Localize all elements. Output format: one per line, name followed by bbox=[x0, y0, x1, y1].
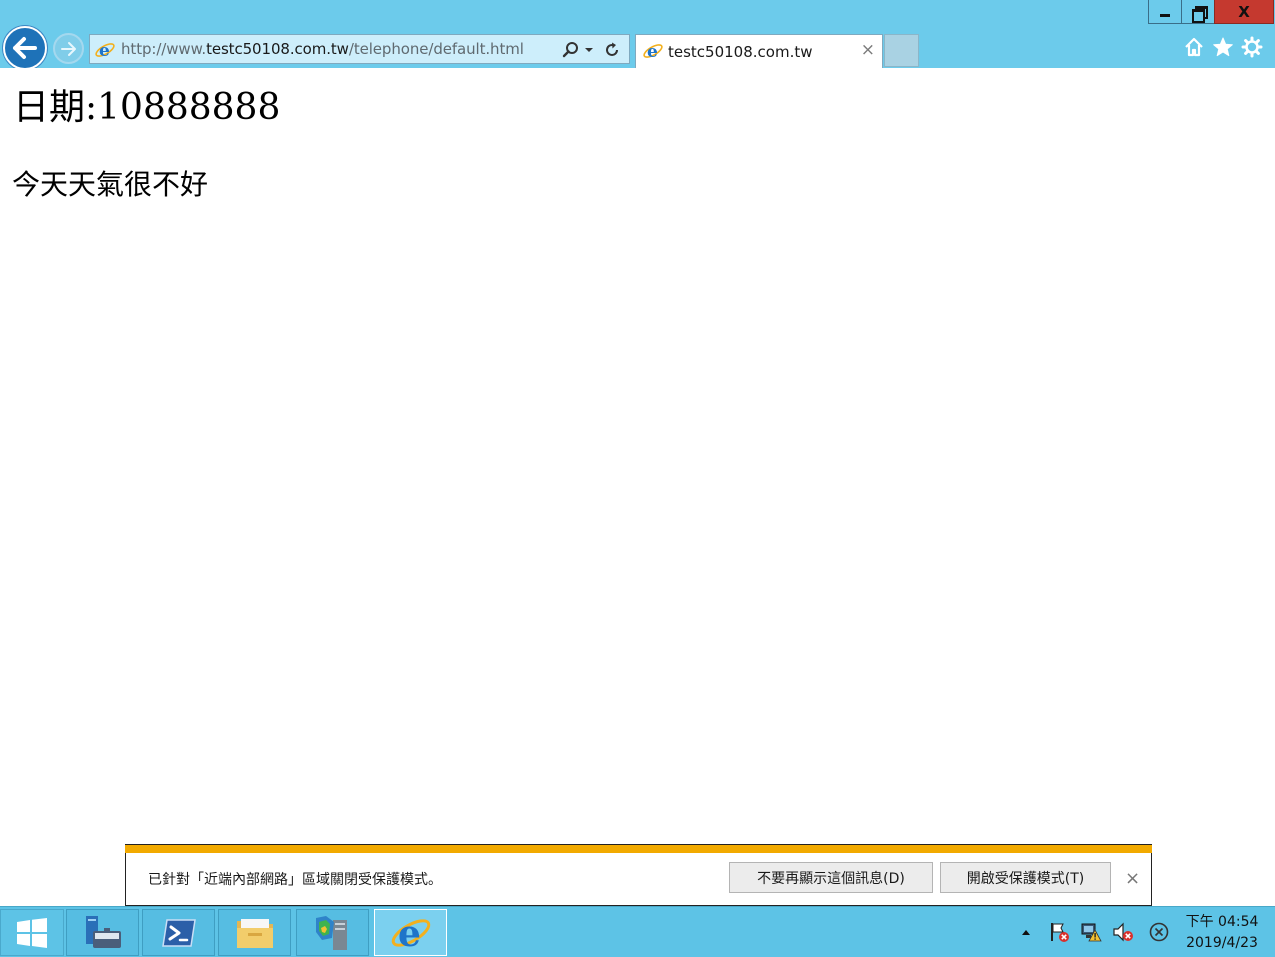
minimize-button[interactable] bbox=[1148, 0, 1182, 24]
ie-icon: e bbox=[95, 41, 115, 60]
disconnected-icon[interactable] bbox=[1148, 921, 1170, 943]
taskbar-clock[interactable]: 下午 04:54 2019/4/23 bbox=[1172, 912, 1272, 954]
network-warning-icon[interactable] bbox=[1080, 921, 1102, 943]
url-text[interactable]: http://www.testc50108.com.tw/telephone/d… bbox=[121, 40, 524, 58]
ie-icon: e bbox=[391, 913, 430, 953]
tab-title: testc50108.com.tw bbox=[668, 43, 813, 61]
url-domain: testc50108.com.tw bbox=[206, 40, 349, 58]
close-icon: X bbox=[1238, 2, 1250, 21]
show-hidden-icons-icon[interactable] bbox=[1020, 927, 1032, 937]
window-controls: X bbox=[1148, 0, 1274, 24]
close-window-button[interactable]: X bbox=[1214, 0, 1274, 24]
search-dropdown-icon[interactable] bbox=[583, 45, 595, 55]
notification-close-icon[interactable]: × bbox=[1125, 868, 1140, 889]
back-button[interactable] bbox=[3, 26, 47, 70]
restore-icon bbox=[1192, 5, 1208, 23]
tab-close-icon[interactable]: × bbox=[861, 40, 875, 60]
notification-message: 已針對「近端內部網路」區域關閉受保護模式。 bbox=[148, 872, 442, 888]
server-manager-icon bbox=[85, 915, 121, 948]
svg-text:e: e bbox=[647, 42, 658, 61]
taskbar-admin-tools[interactable] bbox=[296, 909, 369, 956]
url-path: /telephone/default.html bbox=[348, 40, 524, 58]
notification-bar: 已針對「近端內部網路」區域關閉受保護模式。 不要再顯示這個訊息(D) 開啟受保護… bbox=[125, 844, 1152, 906]
search-icon[interactable] bbox=[562, 41, 580, 59]
favorites-star-icon[interactable] bbox=[1212, 36, 1234, 58]
dont-show-again-button[interactable]: 不要再顯示這個訊息(D) bbox=[729, 862, 933, 893]
browser-toolbar: X e http://www.testc50108.com.tw/telepho… bbox=[0, 0, 1275, 70]
web-page: 日期:10888888 今天天氣很不好 bbox=[0, 68, 1275, 906]
url-prefix: http://www. bbox=[121, 40, 207, 58]
svg-text:e: e bbox=[99, 41, 110, 60]
page-paragraph: 今天天氣很不好 bbox=[12, 168, 209, 201]
taskbar-internet-explorer[interactable]: e bbox=[374, 909, 447, 956]
gear-icon[interactable] bbox=[1241, 36, 1263, 58]
action-center-flag-icon[interactable] bbox=[1048, 921, 1070, 943]
taskbar-powershell[interactable] bbox=[142, 909, 215, 956]
home-icon[interactable] bbox=[1183, 36, 1205, 58]
browser-right-tools bbox=[1183, 36, 1263, 58]
start-button[interactable] bbox=[0, 909, 64, 956]
minimize-icon bbox=[1160, 14, 1170, 17]
folder-icon bbox=[236, 918, 273, 948]
address-bar[interactable]: e http://www.testc50108.com.tw/telephone… bbox=[89, 34, 630, 64]
volume-muted-icon[interactable] bbox=[1112, 921, 1134, 943]
forward-button[interactable] bbox=[53, 33, 84, 64]
system-tray bbox=[1020, 921, 1170, 943]
enable-protected-mode-button[interactable]: 開啟受保護模式(T) bbox=[940, 862, 1111, 893]
tab-active[interactable]: e testc50108.com.tw × bbox=[635, 34, 883, 68]
back-arrow-icon bbox=[13, 37, 37, 59]
refresh-icon[interactable] bbox=[603, 41, 621, 59]
notification-stripe bbox=[125, 844, 1152, 853]
taskbar: e 下午 04:54 2019/4/23 bbox=[0, 906, 1275, 957]
taskbar-file-explorer[interactable] bbox=[218, 909, 291, 956]
clock-date: 2019/4/23 bbox=[1186, 935, 1258, 951]
address-tools bbox=[562, 41, 621, 59]
svg-text:e: e bbox=[398, 913, 421, 953]
taskbar-server-manager[interactable] bbox=[66, 909, 139, 956]
new-tab-button[interactable] bbox=[884, 34, 919, 67]
page-heading: 日期:10888888 bbox=[13, 87, 281, 128]
forward-arrow-icon bbox=[60, 41, 76, 56]
clock-time: 下午 04:54 bbox=[1185, 914, 1259, 930]
ie-icon: e bbox=[643, 42, 663, 61]
powershell-icon bbox=[161, 918, 196, 947]
windows-logo-icon bbox=[17, 917, 47, 948]
restore-button[interactable] bbox=[1181, 0, 1215, 24]
admin-tools-icon bbox=[315, 915, 347, 950]
